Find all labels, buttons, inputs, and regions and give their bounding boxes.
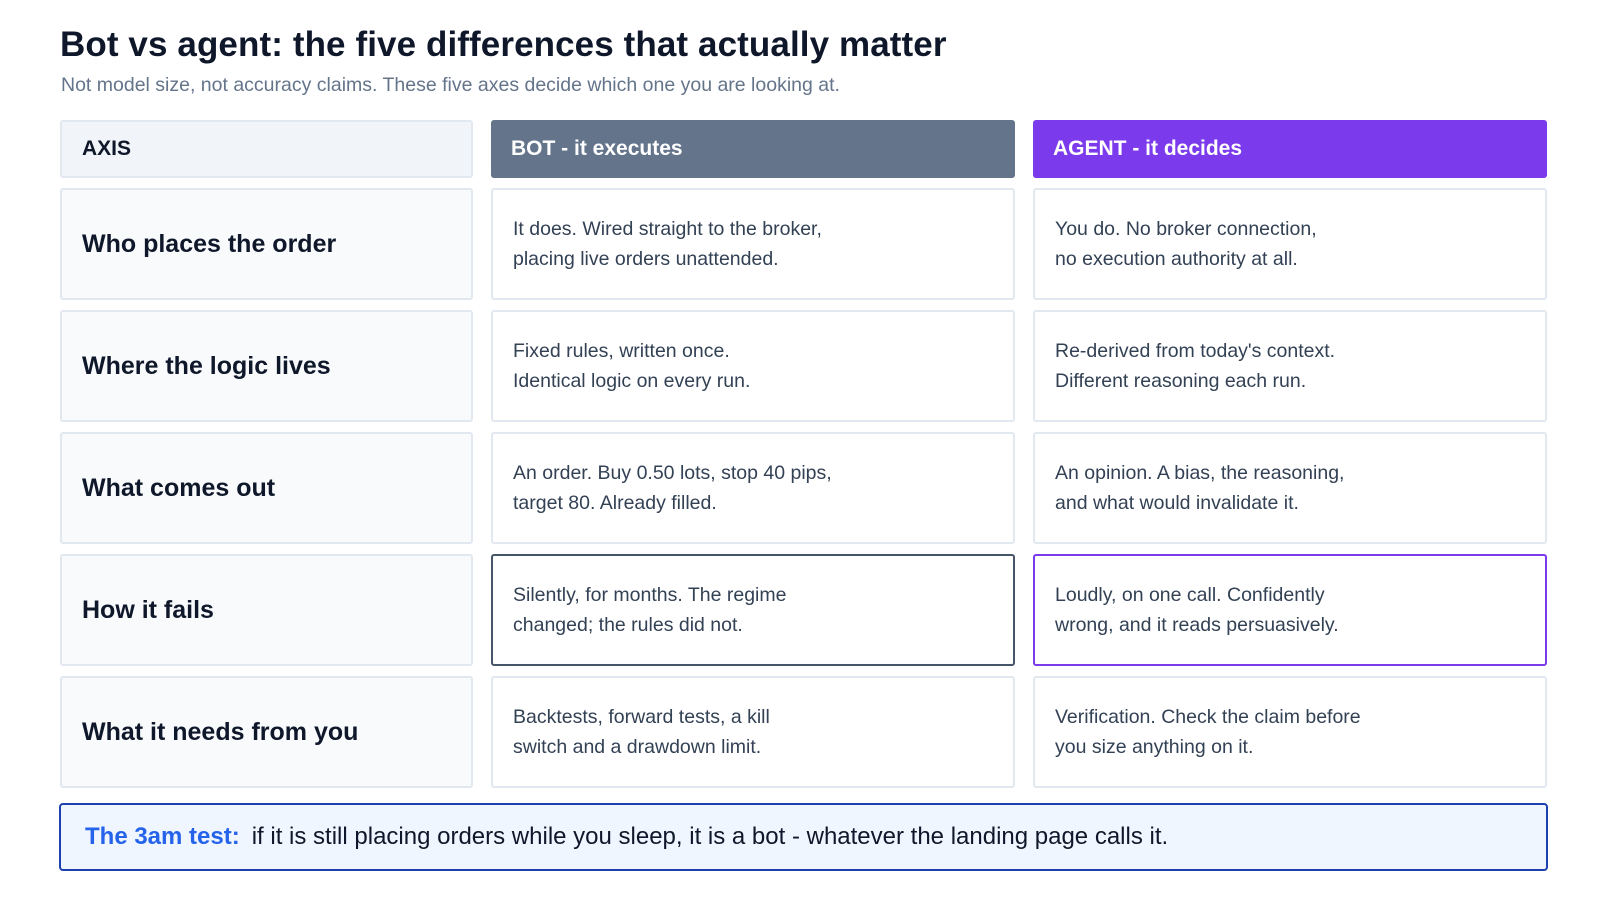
row-spacer [60,422,1547,432]
axis-cell-needs: What it needs from you [60,676,473,788]
page-title: Bot vs agent: the five differences that … [60,25,947,64]
bot-cell-failure: Silently, for months. The regime changed… [491,554,1015,666]
bot-cell-needs: Backtests, forward tests, a kill switch … [491,676,1015,788]
agent-cell-line: Re-derived from today's context. [1055,340,1336,362]
bot-cell-line: Silently, for months. The regime [513,584,787,606]
agent-cell-line: and what would invalidate it. [1055,492,1299,514]
row-spacer [60,300,1547,310]
row-spacer [60,666,1547,676]
axis-cell-failure: How it fails [60,554,473,666]
bot-cell-line: Identical logic on every run. [513,370,751,392]
bot-cell-line: It does. Wired straight to the broker, [513,218,822,240]
bot-cell-output: An order. Buy 0.50 lots, stop 40 pips, t… [491,432,1015,544]
bot-cell-order: It does. Wired straight to the broker, p… [491,188,1015,300]
callout-3am-test: The 3am test: if it is still placing ord… [59,803,1548,871]
agent-cell-failure: Loudly, on one call. Confidently wrong, … [1033,554,1547,666]
bot-cell-line: target 80. Already filled. [513,492,717,514]
agent-cell-line: you size anything on it. [1055,736,1254,758]
callout-label: The 3am test: [85,823,240,850]
page-subtitle: Not model size, not accuracy claims. The… [61,74,840,96]
bot-cell-line: changed; the rules did not. [513,614,743,636]
bot-cell-line: Backtests, forward tests, a kill [513,706,770,728]
row-spacer [60,544,1547,554]
axis-cell-order: Who places the order [60,188,473,300]
agent-cell-order: You do. No broker connection, no executi… [1033,188,1547,300]
agent-cell-line: Different reasoning each run. [1055,370,1307,392]
bot-cell-line: An order. Buy 0.50 lots, stop 40 pips, [513,462,832,484]
axis-cell-output: What comes out [60,432,473,544]
agent-cell-line: An opinion. A bias, the reasoning, [1055,462,1345,484]
comparison-table: AXIS BOT - it executes AGENT - it decide… [60,120,1547,788]
agent-cell-line: no execution authority at all. [1055,248,1298,270]
axis-cell-logic: Where the logic lives [60,310,473,422]
bot-cell-line: placing live orders unattended. [513,248,779,270]
agent-cell-line: Verification. Check the claim before [1055,706,1361,728]
agent-cell-line: You do. No broker connection, [1055,218,1317,240]
row-spacer [60,178,1547,188]
header-bot: BOT - it executes [491,120,1015,178]
header-agent: AGENT - it decides [1033,120,1547,178]
bot-cell-logic: Fixed rules, written once. Identical log… [491,310,1015,422]
agent-cell-logic: Re-derived from today's context. Differe… [1033,310,1547,422]
bot-cell-line: switch and a drawdown limit. [513,736,762,758]
agent-cell-line: wrong, and it reads persuasively. [1055,614,1339,636]
callout-text: if it is still placing orders while you … [251,823,1169,850]
agent-cell-output: An opinion. A bias, the reasoning, and w… [1033,432,1547,544]
comparison-page: Bot vs agent: the five differences that … [0,0,1600,900]
agent-cell-line: Loudly, on one call. Confidently [1055,584,1325,606]
header-axis: AXIS [60,120,473,178]
agent-cell-needs: Verification. Check the claim before you… [1033,676,1547,788]
bot-cell-line: Fixed rules, written once. [513,340,730,362]
